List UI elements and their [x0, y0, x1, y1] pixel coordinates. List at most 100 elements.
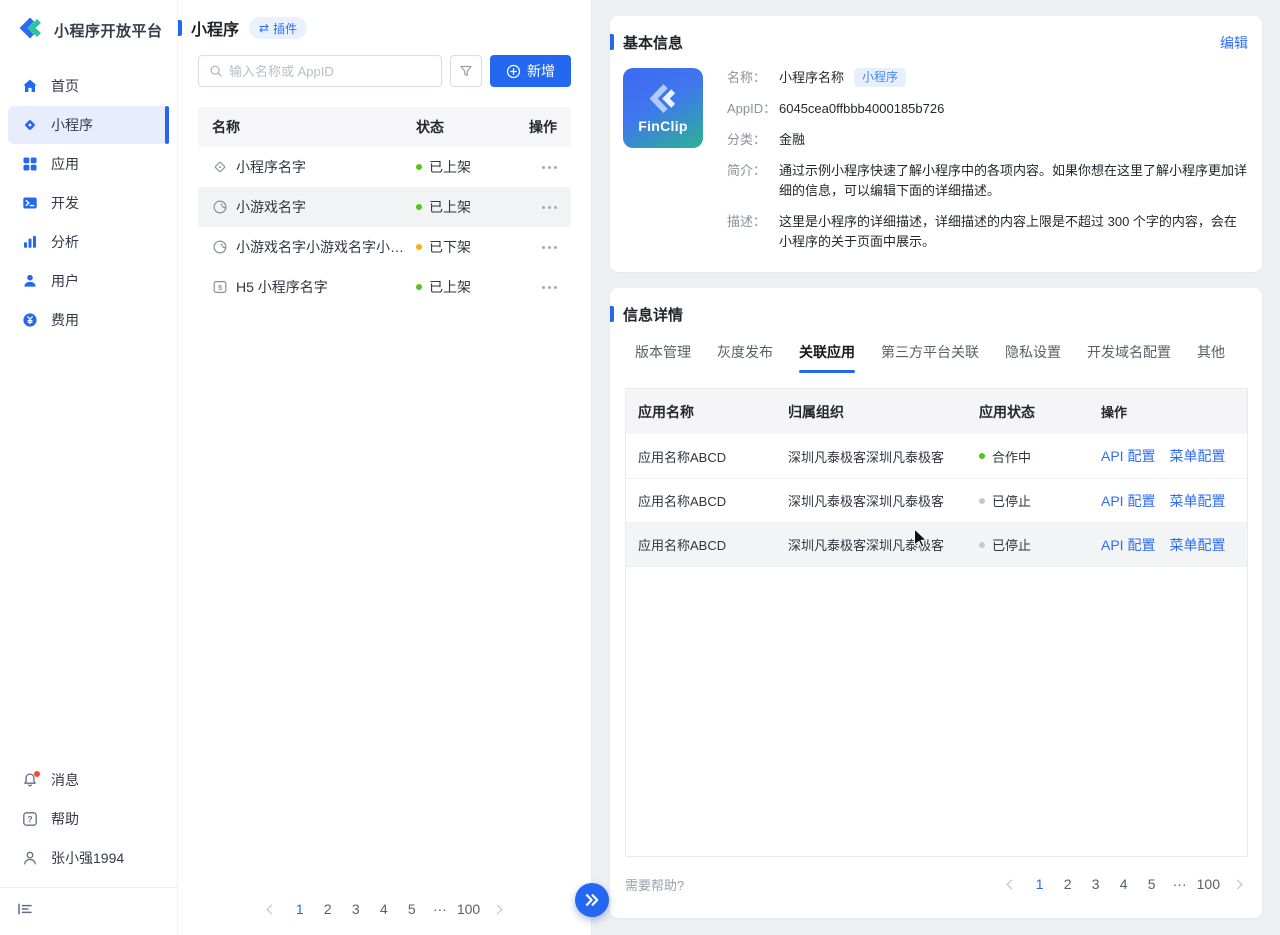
page-number[interactable]: 4: [373, 897, 395, 921]
menu-config-link[interactable]: 菜单配置: [1169, 446, 1225, 466]
table-row[interactable]: 小程序名字 已上架: [198, 147, 571, 187]
table-row[interactable]: 应用名称ABCD 深圳凡泰极客深圳凡泰极客 已停止 API 配置 菜单配置: [626, 478, 1247, 522]
basic-info-fields: 名称： 小程序名称小程序 AppID： 6045cea0ffbbb4000185…: [727, 68, 1248, 252]
col-app-status: 应用状态: [967, 402, 1089, 422]
sidebar-item-label: 分析: [51, 232, 79, 252]
tab-version-management[interactable]: 版本管理: [635, 342, 691, 373]
page-number[interactable]: 4: [1113, 872, 1135, 896]
more-pages-icon[interactable]: ···: [1169, 872, 1191, 896]
page-number[interactable]: 1: [1029, 872, 1051, 896]
tab-linked-apps[interactable]: 关联应用: [799, 342, 855, 373]
page-number[interactable]: 5: [1141, 872, 1163, 896]
add-miniprogram-button[interactable]: 新增: [490, 55, 571, 87]
next-page-icon[interactable]: [486, 897, 508, 921]
row-name: 小游戏名字: [236, 197, 306, 217]
row-name: 小游戏名字小游戏名字小游戏名字: [236, 237, 416, 257]
tab-third-party-platform[interactable]: 第三方平台关联: [881, 342, 979, 373]
info-detail-card: 信息详情 版本管理 灰度发布 关联应用 第三方平台关联 隐私设置 开发域名配置 …: [610, 288, 1262, 918]
menu-config-link[interactable]: 菜单配置: [1169, 535, 1225, 555]
col-org: 归属组织: [776, 402, 967, 422]
tab-gray-release[interactable]: 灰度发布: [717, 342, 773, 373]
more-actions-button[interactable]: [542, 202, 557, 213]
notification-badge: [34, 771, 40, 777]
page-number[interactable]: 100: [1197, 872, 1220, 896]
more-pages-icon[interactable]: ···: [429, 897, 451, 921]
page-number[interactable]: 1: [289, 897, 311, 921]
miniprogram-list-panel: 小程序 插件 新增 名称 状态 操作: [178, 0, 592, 935]
next-page-icon[interactable]: [1226, 872, 1248, 896]
sidebar-item-label: 开发: [51, 193, 79, 213]
api-config-link[interactable]: API 配置: [1101, 535, 1155, 555]
page-number[interactable]: 2: [1057, 872, 1079, 896]
col-status: 状态: [416, 117, 521, 137]
row-status: 已上架: [429, 277, 471, 297]
card-accent-bar: [610, 34, 614, 50]
description-value: 这里是小程序的详细描述，详细描述的内容上限是不超过 300 个字的内容，会在小程…: [779, 212, 1248, 252]
status-dot: [979, 453, 985, 459]
add-button-label: 新增: [527, 61, 555, 81]
help-icon: ?: [22, 811, 38, 827]
search-input[interactable]: [229, 64, 431, 79]
app-name: 应用名称ABCD: [626, 535, 776, 554]
sidebar-nav: 首页 小程序 应用 开发: [0, 59, 177, 340]
plugin-switch-badge[interactable]: 插件: [249, 17, 307, 39]
org-name: 深圳凡泰极客深圳凡泰极客: [776, 447, 967, 466]
category-value: 金融: [779, 130, 805, 150]
sidebar-item-account[interactable]: 张小强1994: [8, 839, 169, 877]
page-number[interactable]: 2: [317, 897, 339, 921]
col-ops: 操作: [1089, 402, 1247, 421]
sidebar-item-home[interactable]: 首页: [8, 67, 169, 105]
prev-page-icon[interactable]: [261, 897, 283, 921]
miniprogram-tag[interactable]: 小程序: [854, 68, 906, 87]
edit-link[interactable]: 编辑: [1220, 33, 1248, 53]
page-number[interactable]: 5: [401, 897, 423, 921]
tab-dev-domain-config[interactable]: 开发域名配置: [1087, 342, 1171, 373]
app-status: 已停止: [992, 535, 1031, 554]
table-row[interactable]: 5 H5 小程序名字 已上架: [198, 267, 571, 307]
sidebar-item-help[interactable]: ? 帮助: [8, 800, 169, 838]
expand-panel-button[interactable]: [575, 883, 609, 917]
basic-info-title: 基本信息: [623, 32, 683, 53]
page-title: 小程序: [191, 16, 239, 40]
table-row[interactable]: 小游戏名字小游戏名字小游戏名字 已下架: [198, 227, 571, 267]
user-icon: [22, 273, 38, 289]
sidebar-item-label: 应用: [51, 154, 79, 174]
page-number[interactable]: 3: [1085, 872, 1107, 896]
svg-text:5: 5: [218, 283, 222, 292]
sidebar-item-messages[interactable]: 消息: [8, 761, 169, 799]
sidebar-item-users[interactable]: 用户: [8, 262, 169, 300]
tab-other[interactable]: 其他: [1197, 342, 1225, 373]
sidebar-item-develop[interactable]: 开发: [8, 184, 169, 222]
sidebar-item-miniprogram[interactable]: 小程序: [8, 106, 169, 144]
sidebar-item-label: 费用: [51, 310, 79, 330]
more-actions-button[interactable]: [542, 162, 557, 173]
table-row-selected[interactable]: 小游戏名字 已上架: [198, 187, 571, 227]
prev-page-icon[interactable]: [1001, 872, 1023, 896]
sidebar-item-apps[interactable]: 应用: [8, 145, 169, 183]
app-status: 已停止: [992, 491, 1031, 510]
filter-button[interactable]: [450, 55, 482, 87]
app-root: 小程序开放平台 首页 小程序 应用: [0, 0, 1280, 935]
sidebar-item-billing[interactable]: 费用: [8, 301, 169, 339]
sidebar-item-label: 消息: [51, 770, 79, 790]
tab-privacy-settings[interactable]: 隐私设置: [1005, 342, 1061, 373]
status-dot: [979, 498, 985, 504]
account-icon: [22, 850, 38, 866]
plus-circle-icon: [506, 64, 521, 79]
bar-chart-icon: [22, 234, 38, 250]
table-row[interactable]: 应用名称ABCD 深圳凡泰极客深圳凡泰极客 合作中 API 配置 菜单配置: [626, 434, 1247, 478]
need-help-link[interactable]: 需要帮助?: [625, 875, 684, 894]
api-config-link[interactable]: API 配置: [1101, 491, 1155, 511]
table-row-hovered[interactable]: 应用名称ABCD 深圳凡泰极客深圳凡泰极客 已停止 API 配置 菜单配置: [626, 522, 1247, 566]
more-actions-button[interactable]: [542, 282, 557, 293]
sidebar-item-analytics[interactable]: 分析: [8, 223, 169, 261]
page-number[interactable]: 3: [345, 897, 367, 921]
empty-table-area: [626, 566, 1247, 856]
home-icon: [22, 78, 38, 94]
menu-config-link[interactable]: 菜单配置: [1169, 491, 1225, 511]
collapse-sidebar-icon[interactable]: [16, 900, 34, 918]
page-number[interactable]: 100: [457, 897, 480, 921]
app-name: 应用名称ABCD: [626, 447, 776, 466]
api-config-link[interactable]: API 配置: [1101, 446, 1155, 466]
more-actions-button[interactable]: [542, 242, 557, 253]
